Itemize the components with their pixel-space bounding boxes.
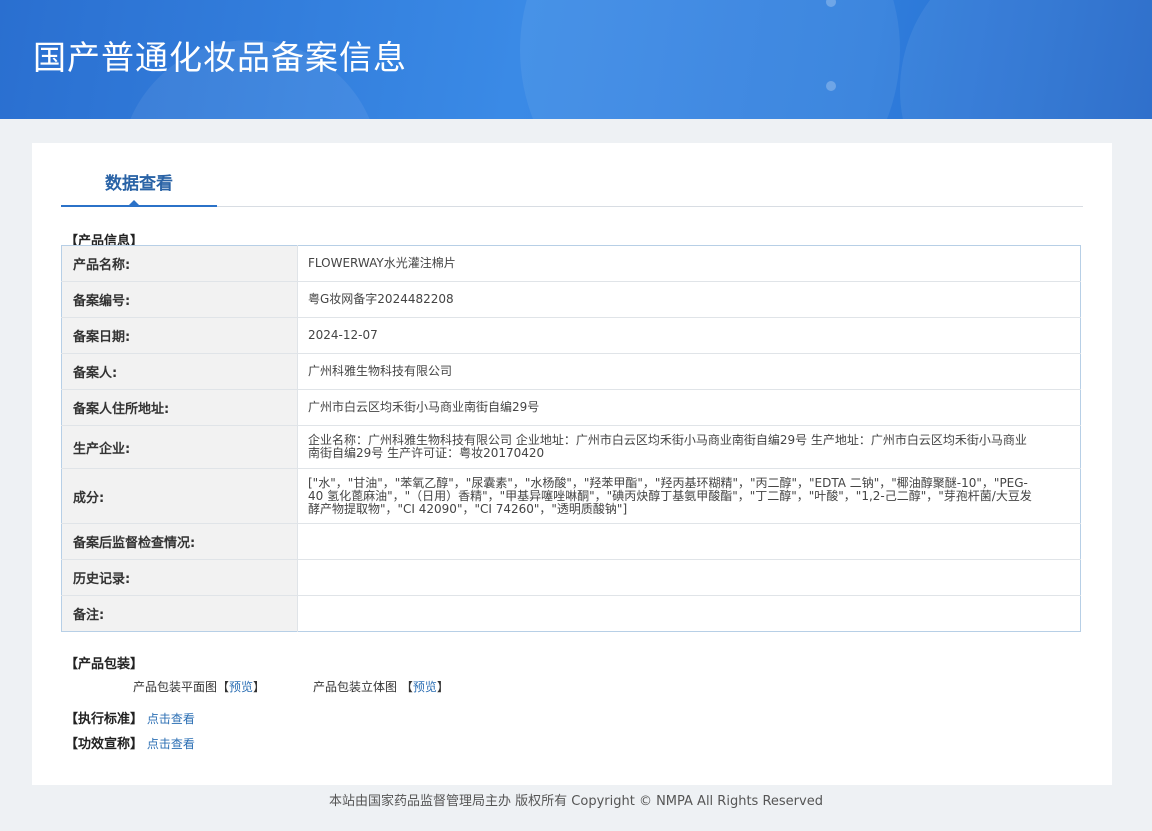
banner-dot [826, 81, 836, 91]
row-value: 2024-12-07 [297, 317, 1081, 354]
row-label: 备案人住所地址: [61, 389, 298, 426]
table-row: 成分: ["水"，"甘油"，"苯氧乙醇"，"尿囊素"，"水杨酸"，"羟苯甲酯"，… [61, 468, 1081, 524]
efficacy-label: 【功效宣称】 [65, 737, 144, 752]
page-banner: 国产普通化妆品备案信息 [0, 0, 1152, 119]
row-label: 备案编号: [61, 281, 298, 318]
standard-label: 【执行标准】 [65, 712, 144, 727]
bracket: 】 [436, 680, 449, 694]
banner-decoration [900, 0, 1152, 119]
table-row: 产品名称: FLOWERWAY水光灌注棉片 [61, 245, 1081, 282]
row-value: ["水"，"甘油"，"苯氧乙醇"，"尿囊素"，"水杨酸"，"羟苯甲酯"，"羟丙基… [297, 468, 1081, 524]
row-value [297, 559, 1081, 596]
table-row: 备注: [61, 595, 1081, 632]
table-row: 历史记录: [61, 559, 1081, 596]
page-title: 国产普通化妆品备案信息 [33, 38, 407, 77]
tab-data-view[interactable]: 数据查看 [61, 143, 217, 207]
row-label: 生产企业: [61, 425, 298, 469]
packaging-section-title: 【产品包装】 [65, 657, 144, 672]
row-value [298, 596, 1081, 632]
tab-bar: 数据查看 [61, 143, 1083, 207]
row-label: 成分: [61, 468, 298, 524]
package-flat-label: 产品包装平面图 [133, 680, 218, 694]
table-row: 备案后监督检查情况: [61, 523, 1081, 560]
standard-row: 【执行标准】 点击查看 [65, 708, 195, 727]
package-solid-image: 产品包装立体图 【预览】 [313, 678, 449, 695]
row-label: 历史记录: [61, 559, 298, 596]
standard-view-link[interactable]: 点击查看 [147, 712, 195, 726]
row-value: 广州市白云区均禾街小马商业南街自编29号 [297, 389, 1081, 426]
footer-text: 本站由国家药品监督管理局主办 版权所有 Copyright © NMPA All… [329, 794, 823, 809]
package-solid-label: 产品包装立体图 [313, 680, 398, 694]
bracket: 】 [253, 680, 266, 694]
banner-decoration [520, 0, 900, 119]
row-label: 备注: [61, 595, 298, 632]
preview-solid-link[interactable]: 预览 [413, 680, 437, 694]
table-row: 备案编号: 粤G妆网备字2024482208 [61, 281, 1081, 318]
row-value: 企业名称：广州科雅生物科技有限公司 企业地址：广州市白云区均禾街小马商业南街自编… [297, 425, 1081, 469]
row-label: 备案后监督检查情况: [61, 523, 298, 560]
bracket: 【 [400, 680, 413, 694]
row-label: 产品名称: [61, 245, 298, 282]
row-label: 备案日期: [61, 317, 298, 354]
tab-label: 数据查看 [105, 174, 173, 194]
efficacy-row: 【功效宣称】 点击查看 [65, 733, 195, 752]
row-value: FLOWERWAY水光灌注棉片 [297, 245, 1081, 282]
efficacy-view-link[interactable]: 点击查看 [147, 737, 195, 751]
row-value: 广州科雅生物科技有限公司 [297, 353, 1081, 390]
active-tab-caret [127, 200, 141, 207]
row-value: 粤G妆网备字2024482208 [297, 281, 1081, 318]
row-value [297, 523, 1081, 560]
table-row: 生产企业: 企业名称：广州科雅生物科技有限公司 企业地址：广州市白云区均禾街小马… [61, 425, 1081, 469]
row-label: 备案人: [61, 353, 298, 390]
table-row: 备案人: 广州科雅生物科技有限公司 [61, 353, 1081, 390]
table-row: 备案日期: 2024-12-07 [61, 317, 1081, 354]
bracket: 【 [217, 680, 230, 694]
table-row: 备案人住所地址: 广州市白云区均禾街小马商业南街自编29号 [61, 389, 1081, 426]
preview-flat-link[interactable]: 预览 [229, 680, 253, 694]
product-info-table: 产品名称: FLOWERWAY水光灌注棉片 备案编号: 粤G妆网备字202448… [61, 245, 1081, 632]
content-card: 数据查看 【产品信息】 产品名称: FLOWERWAY水光灌注棉片 备案编号: … [32, 143, 1112, 785]
package-flat-image: 产品包装平面图【预览】 [133, 678, 265, 695]
